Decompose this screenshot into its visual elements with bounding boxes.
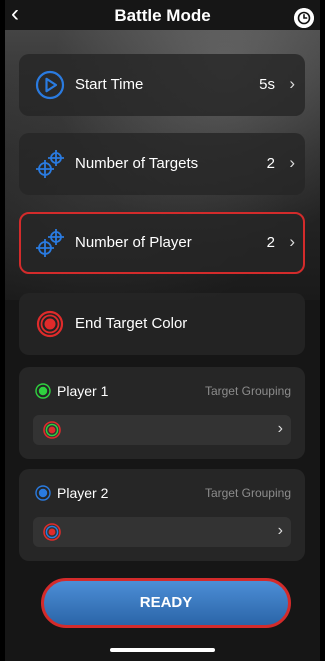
number-of-targets-label: Number of Targets: [75, 155, 199, 172]
number-of-player-label: Number of Player: [75, 234, 192, 251]
blue-target-icon: [35, 485, 51, 501]
chevron-right-icon: ›: [289, 232, 295, 251]
start-time-label: Start Time: [75, 76, 144, 93]
end-target-color-row[interactable]: End Target Color: [19, 293, 305, 355]
player-1-card: Player 1 Target Grouping ›: [19, 367, 305, 459]
chevron-right-icon: ›: [277, 420, 283, 437]
number-of-player-value: 2: [266, 234, 275, 251]
red-blue-target-icon: [43, 523, 61, 541]
player-1-color-selector[interactable]: ›: [33, 415, 291, 445]
player-2-color-selector[interactable]: ›: [33, 517, 291, 547]
player-2-card: Player 2 Target Grouping ›: [19, 469, 305, 561]
number-of-player-row[interactable]: Number of Player 2 ›: [19, 212, 305, 274]
play-circle-icon: [35, 70, 65, 100]
red-green-target-icon: [43, 421, 61, 439]
number-of-targets-value: 2: [266, 155, 275, 172]
crosshair-icon: [36, 150, 64, 178]
clock-icon[interactable]: [294, 8, 314, 28]
page-title: Battle Mode: [114, 6, 211, 25]
player-1-name: Player 1: [57, 383, 109, 399]
crosshair-icon: [36, 229, 64, 257]
battle-mode-screen: ‹ Battle Mode Start Time 5s › Number of …: [5, 0, 320, 661]
target-grouping-label: Target Grouping: [204, 384, 291, 398]
red-target-icon: [36, 310, 64, 338]
header: ‹ Battle Mode: [5, 0, 320, 30]
start-time-row[interactable]: Start Time 5s ›: [19, 54, 305, 116]
start-time-value: 5s: [259, 76, 275, 93]
home-indicator: [110, 648, 215, 652]
end-target-color-label: End Target Color: [75, 315, 188, 332]
ready-button[interactable]: READY: [41, 578, 291, 628]
chevron-right-icon: ›: [277, 522, 283, 539]
number-of-targets-row[interactable]: Number of Targets 2 ›: [19, 133, 305, 195]
player-2-name: Player 2: [57, 485, 109, 501]
chevron-right-icon: ›: [289, 153, 295, 172]
green-target-icon: [35, 383, 51, 399]
target-grouping-label: Target Grouping: [204, 486, 291, 500]
chevron-right-icon: ›: [289, 74, 295, 93]
